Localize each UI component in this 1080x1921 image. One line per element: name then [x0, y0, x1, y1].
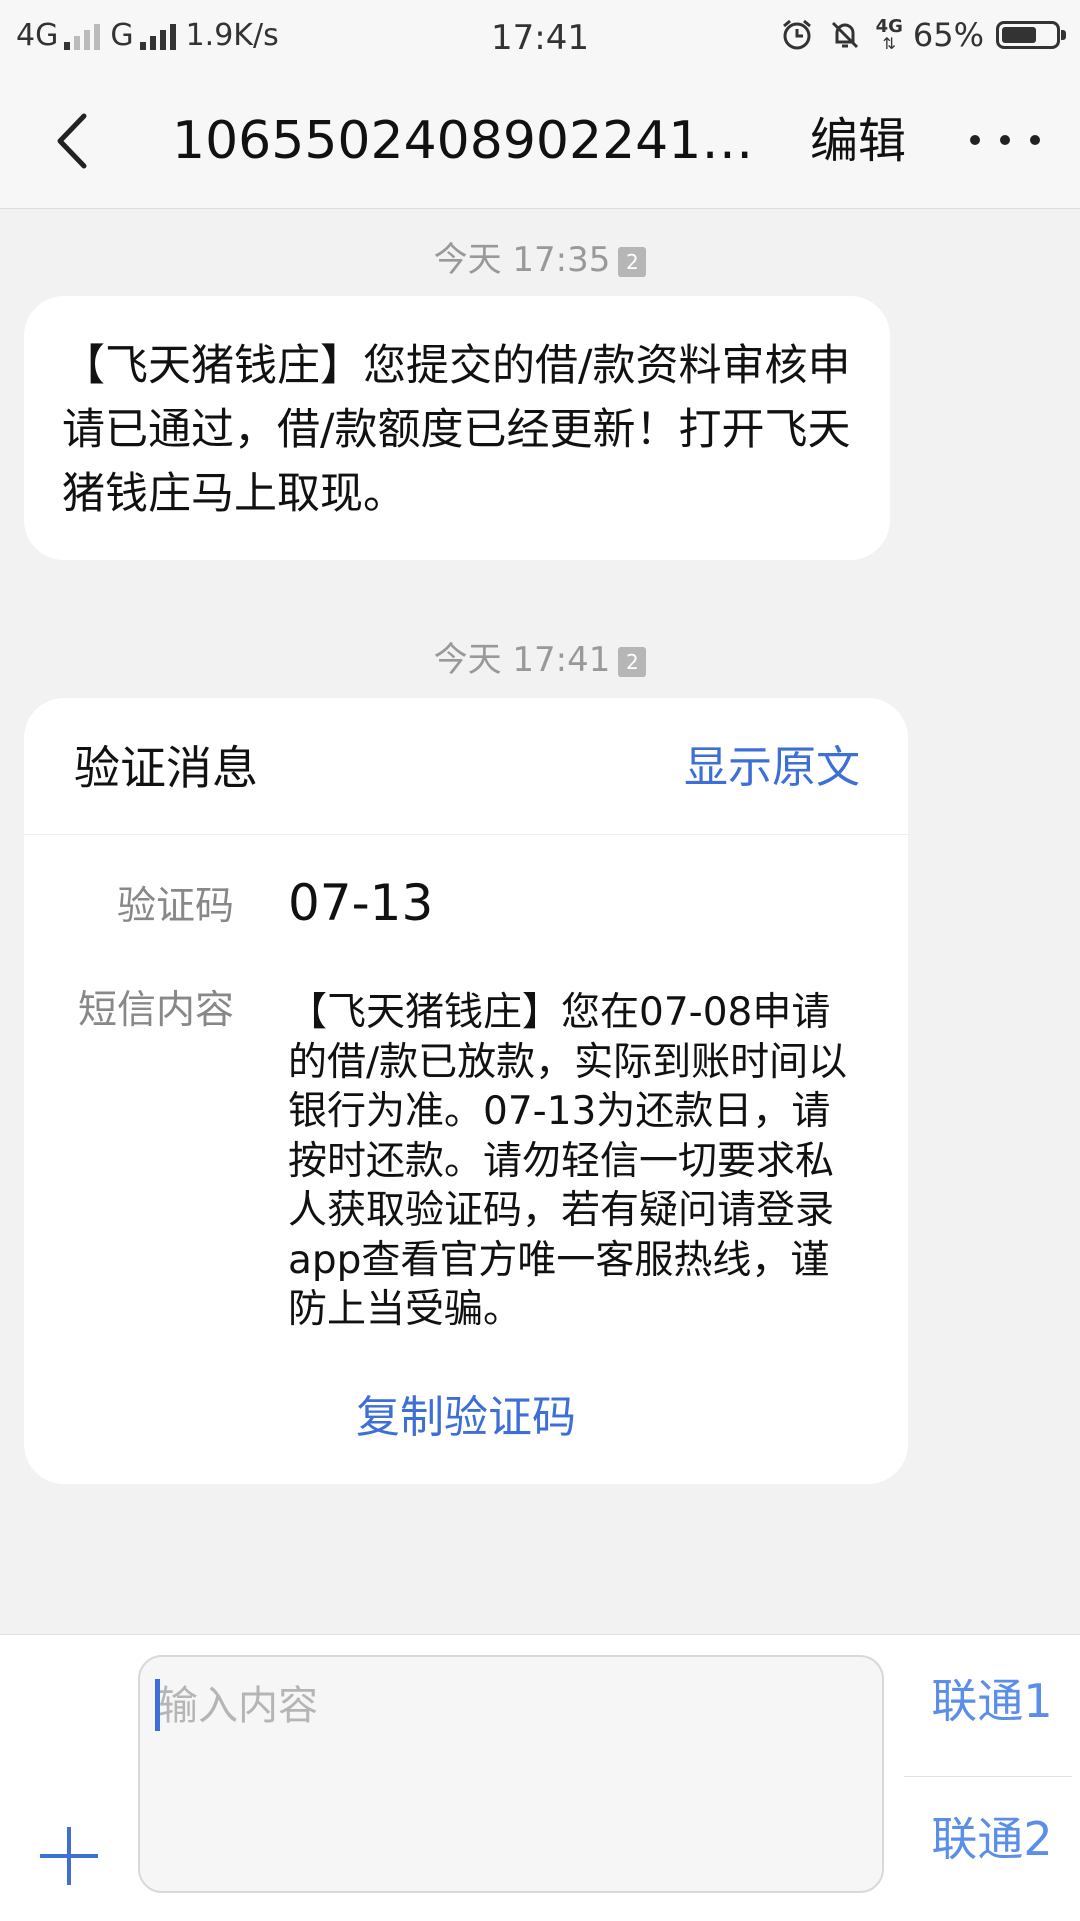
conversation-header: 106550240890224148… 编辑	[0, 76, 1080, 209]
more-options-icon[interactable]	[970, 128, 1040, 152]
message-bubble[interactable]: 【飞天猪钱庄】您提交的借/款资料审核申请已通过，借/款额度已经更新！打开飞天猪钱…	[24, 296, 890, 560]
battery-percent: 65%	[912, 16, 984, 54]
message-timestamp: 今天 17:35 2	[0, 232, 1080, 281]
content-label: 短信内容	[77, 988, 234, 1033]
sim-badge: 2	[618, 646, 647, 677]
data-arrows-icon: ⇅	[882, 34, 896, 53]
add-attachment-icon[interactable]	[40, 1827, 98, 1885]
compose-bar: 联通1 联通2	[0, 1634, 1080, 1921]
status-right: 4G ⇅ 65%	[780, 16, 1066, 54]
copy-code-button[interactable]: 复制验证码	[24, 1388, 908, 1448]
edit-button[interactable]: 编辑	[810, 106, 906, 176]
show-original-link[interactable]: 显示原文	[684, 738, 860, 798]
sim-divider	[904, 1776, 1072, 1777]
battery-fill	[1002, 27, 1036, 43]
timestamp-text: 今天 17:41	[433, 640, 611, 680]
conversation-title: 106550240890224148…	[172, 111, 782, 171]
send-sim1-button[interactable]: 联通1	[904, 1671, 1080, 1731]
message-input[interactable]	[138, 1655, 884, 1893]
sms-content-text: 【飞天猪钱庄】您在07-08申请的借/款已放款，实际到账时间以银行为准。07-1…	[288, 990, 848, 1332]
alarm-clock-icon	[782, 19, 811, 50]
card-divider	[24, 834, 908, 835]
mute-bell-icon	[831, 21, 858, 49]
code-label: 验证码	[116, 884, 234, 929]
verification-code-value: 07-13	[288, 874, 434, 932]
verification-card: 验证消息 显示原文 验证码 07-13 短信内容 【飞天猪钱庄】您在07-08申…	[24, 698, 908, 1484]
status-bar: 4G G 1.9K/s 17:41 4G ⇅ 65%	[0, 0, 1080, 76]
battery-icon	[996, 21, 1066, 49]
send-sim2-button[interactable]: 联通2	[904, 1809, 1080, 1869]
verification-card-title: 验证消息	[74, 741, 258, 795]
data-network-icon: 4G ⇅	[876, 18, 903, 52]
text-cursor	[155, 1679, 160, 1731]
sim-badge: 2	[618, 246, 647, 277]
message-timestamp: 今天 17:41 2	[0, 632, 1080, 681]
timestamp-text: 今天 17:35	[433, 240, 611, 280]
back-arrow-icon[interactable]	[40, 106, 110, 176]
